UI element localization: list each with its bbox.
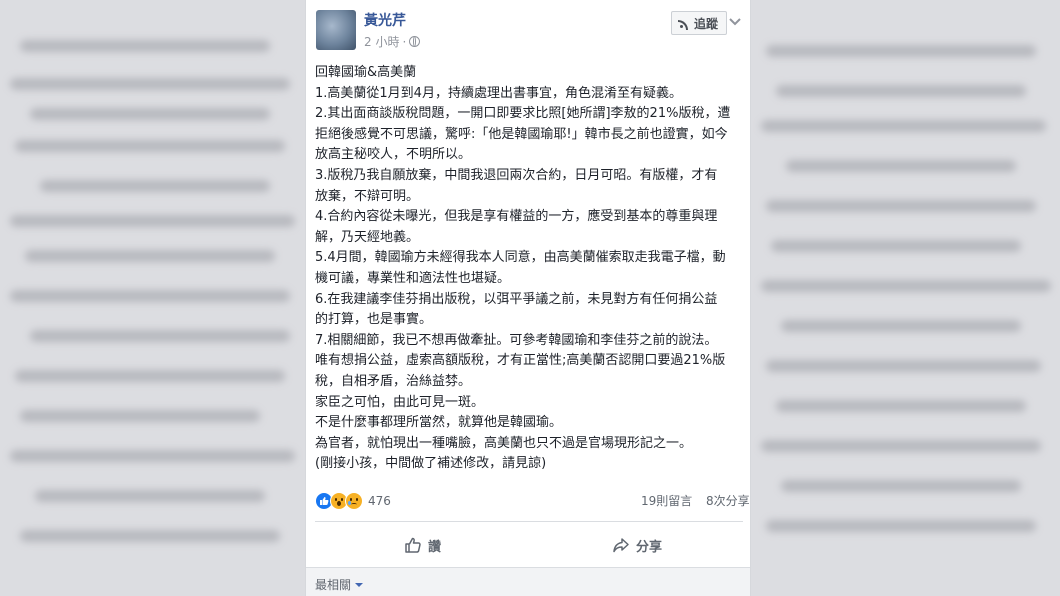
like-button[interactable]: 讚 (404, 530, 441, 560)
post-line: 回韓國瑜&高美蘭 (315, 65, 417, 80)
blurred-background-left (0, 0, 305, 596)
post-line: 1.高美蘭從1月到4月，持續處理出書事宜，角色混淆至有疑義。 (315, 85, 682, 101)
post-line: 3.版稅乃我自願放棄，中間我退回兩次合約，日月可昭。有版權，才有 (315, 167, 718, 183)
thumbs-up-icon (405, 537, 421, 553)
reactions-summary[interactable]: 476 (315, 492, 391, 510)
post-line: 2.其出面商談版稅問題，一開口即要求比照[她所謂]李敖的21%版稅，遭 (315, 106, 731, 122)
share-count-link[interactable]: 8次分享 (706, 494, 750, 508)
post-options-button[interactable] (726, 12, 744, 32)
post-body: 回韓國瑜&高美蘭 1.高美蘭從1月到4月，持續處理出書事宜，角色混淆至有疑義。 … (315, 63, 745, 475)
post-line: 稅，自相矛盾，治絲益棼。 (315, 373, 472, 389)
rss-icon (678, 18, 690, 30)
post-line: 放高主秘咬人，不明所以。 (315, 147, 472, 163)
meta-separator: · (402, 34, 407, 49)
post-line: 7.相關細節，我已不想再做牽扯。可參考韓國瑜和李佳芬之前的說法。 (315, 332, 718, 348)
blurred-background-right (751, 0, 1060, 596)
post-line: 解，乃天經地義。 (315, 229, 420, 245)
facebook-post-card: 黃光芹 2 小時 · 追蹤 回韓國瑜&高美蘭 1.高美蘭從1月到4月，持續處理出… (305, 0, 751, 596)
follow-button[interactable]: 追蹤 (671, 11, 728, 35)
caret-down-icon (355, 582, 364, 587)
post-time[interactable]: 2 小時 (364, 33, 399, 50)
like-label: 讚 (428, 539, 442, 555)
share-arrow-icon (613, 538, 629, 553)
post-meta: 2 小時 · (364, 33, 421, 50)
comment-sort-label: 最相關 (315, 578, 352, 592)
share-label: 分享 (636, 539, 663, 555)
comment-count-link[interactable]: 19則留言 (641, 494, 692, 508)
post-line: 拒絕後感覺不可思議，驚呼:「他是韓國瑜耶!」韓市長之前也證實，如今 (315, 126, 728, 142)
post-stats: 19則留言 8次分享 (641, 492, 750, 509)
sad-reaction-icon (345, 492, 363, 510)
post-line: 不是什麼事都理所當然，就算他是韓國瑜。 (315, 415, 563, 431)
share-button[interactable]: 分享 (612, 530, 662, 560)
comments-section: 最相關 (306, 567, 750, 596)
post-line: 機可議，專業性和適法性也堪疑。 (315, 270, 511, 286)
post-line: 4.合約內容從未曝光，但我是享有權益的一方，應受到基本的尊重與理 (315, 209, 718, 225)
chevron-down-icon (729, 18, 741, 26)
post-line: 6.在我建議李佳芬捐出版稅，以弭平爭議之前，未見對方有任何捐公益 (315, 291, 718, 307)
globe-icon[interactable] (409, 36, 421, 47)
follow-label: 追蹤 (694, 16, 719, 31)
post-line: 唯有想捐公益，虛索高額版稅，才有正當性;高美蘭否認開口要過21%版 (315, 353, 726, 369)
reaction-count: 476 (368, 494, 391, 508)
comment-sort-dropdown[interactable]: 最相關 (315, 576, 364, 593)
post-line: 的打算，也是事實。 (315, 312, 433, 328)
author-name[interactable]: 黃光芹 (364, 10, 406, 30)
post-line: 為官者，就怕現出一種嘴臉，高美蘭也只不過是官場現形記之一。 (315, 435, 693, 451)
post-line: 5.4月間，韓國瑜方未經得我本人同意，由高美蘭催索取走我電子檔，動 (315, 250, 726, 266)
post-line: 家臣之可怕，由此可見一斑。 (315, 394, 485, 410)
divider (315, 521, 743, 522)
avatar[interactable] (316, 10, 356, 50)
post-line: (剛接小孩，中間做了補述修改，請見諒) (315, 456, 547, 472)
post-line: 放棄，不辯可明。 (315, 188, 420, 204)
